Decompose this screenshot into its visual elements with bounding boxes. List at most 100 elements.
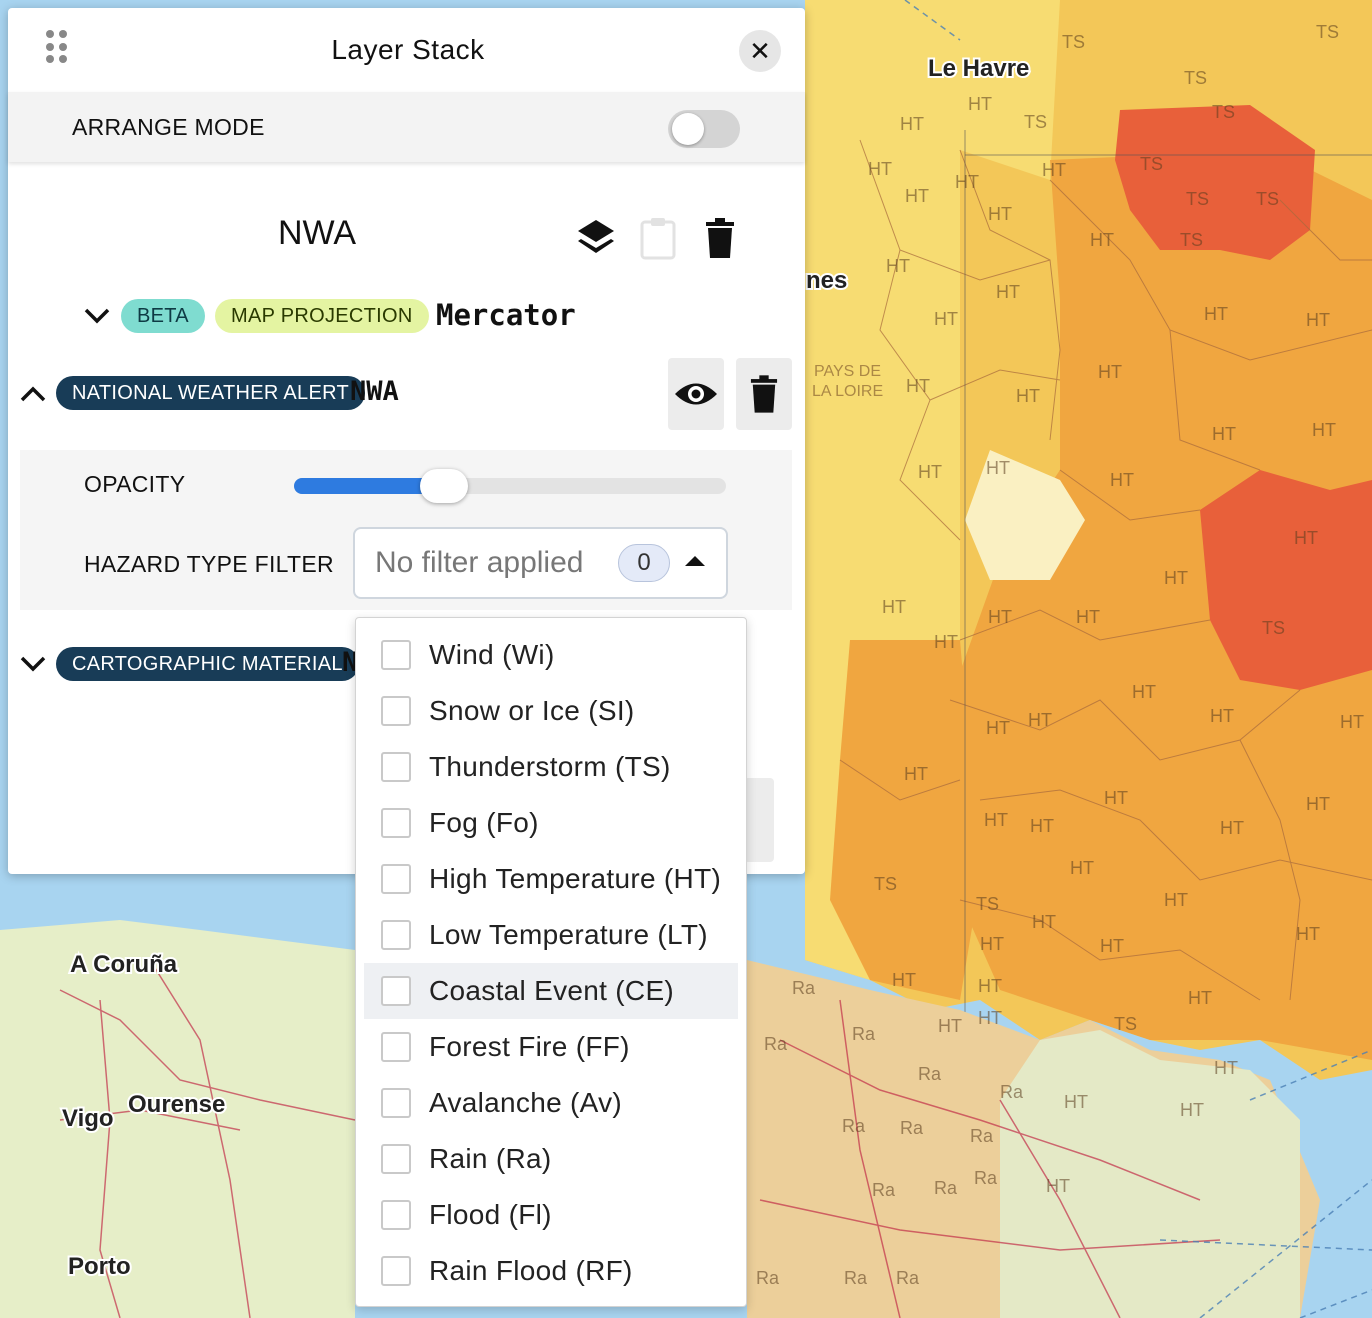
- svg-text:Ra: Ra: [844, 1268, 868, 1288]
- hazard-option[interactable]: Wind (Wi): [364, 627, 738, 683]
- layer-name: NWA: [350, 376, 399, 407]
- svg-text:HT: HT: [882, 597, 906, 617]
- arrange-mode-toggle[interactable]: [668, 110, 740, 148]
- chevron-down-icon[interactable]: [18, 649, 48, 679]
- svg-text:HT: HT: [1312, 420, 1336, 440]
- hazard-option[interactable]: Thunderstorm (TS): [364, 739, 738, 795]
- hazard-option-checkbox[interactable]: [381, 1200, 411, 1230]
- hazard-option[interactable]: Rain (Ra): [364, 1131, 738, 1187]
- hazard-option[interactable]: Fog (Fo): [364, 795, 738, 851]
- svg-text:HT: HT: [1064, 1092, 1088, 1112]
- svg-text:Ra: Ra: [970, 1126, 994, 1146]
- hazard-option-checkbox[interactable]: [381, 1032, 411, 1062]
- svg-text:HT: HT: [1210, 706, 1234, 726]
- svg-text:Ra: Ra: [1000, 1082, 1024, 1102]
- svg-text:HT: HT: [955, 172, 979, 192]
- hazard-option-checkbox[interactable]: [381, 752, 411, 782]
- hazard-option[interactable]: Flood (Fl): [364, 1187, 738, 1243]
- layer-type-badge: NATIONAL WEATHER ALERT: [56, 376, 366, 410]
- svg-text:HT: HT: [984, 810, 1008, 830]
- trash-icon[interactable]: [700, 216, 740, 260]
- svg-text:HT: HT: [868, 159, 892, 179]
- opacity-slider[interactable]: [294, 469, 726, 503]
- france-normandy: [805, 0, 1060, 180]
- arrange-mode-label: ARRANGE MODE: [72, 114, 265, 140]
- arrange-mode-bar: ARRANGE MODE: [8, 92, 805, 162]
- delete-layer-button[interactable]: [736, 358, 792, 430]
- svg-text:HT: HT: [1076, 607, 1100, 627]
- svg-text:Ra: Ra: [764, 1034, 788, 1054]
- svg-text:HT: HT: [934, 309, 958, 329]
- svg-text:Ra: Ra: [792, 978, 816, 998]
- svg-text:HT: HT: [1188, 988, 1212, 1008]
- hazard-option-checkbox[interactable]: [381, 1088, 411, 1118]
- group-actions: [576, 216, 740, 260]
- svg-text:HT: HT: [1100, 936, 1124, 956]
- svg-text:Ra: Ra: [852, 1024, 876, 1044]
- svg-text:Ra: Ra: [842, 1116, 866, 1136]
- svg-text:HT: HT: [1214, 1058, 1238, 1078]
- svg-text:HT: HT: [1132, 682, 1156, 702]
- chevron-down-icon[interactable]: [82, 301, 112, 331]
- clipboard-icon[interactable]: [638, 216, 678, 260]
- hazard-option[interactable]: Snow or Ice (SI): [364, 683, 738, 739]
- close-button[interactable]: ✕: [739, 30, 781, 72]
- hazard-option[interactable]: Avalanche (Av): [364, 1075, 738, 1131]
- filter-count-badge: 0: [618, 544, 670, 582]
- svg-text:TS: TS: [1256, 189, 1279, 209]
- svg-text:HT: HT: [1016, 386, 1040, 406]
- hazard-option[interactable]: Coastal Event (CE): [364, 963, 738, 1019]
- svg-text:TS: TS: [874, 874, 897, 894]
- svg-text:HT: HT: [988, 607, 1012, 627]
- hazard-option-checkbox[interactable]: [381, 976, 411, 1006]
- hazard-option-label: Rain Flood (RF): [429, 1255, 633, 1286]
- hazard-option-checkbox[interactable]: [381, 696, 411, 726]
- chevron-up-icon[interactable]: [18, 379, 48, 409]
- svg-text:HT: HT: [1046, 1176, 1070, 1196]
- layer-action-button[interactable]: [744, 778, 774, 862]
- hazard-option-checkbox[interactable]: [381, 640, 411, 670]
- layers-icon[interactable]: [576, 216, 616, 260]
- caret-up-icon[interactable]: [685, 556, 705, 566]
- svg-text:HT: HT: [905, 186, 929, 206]
- svg-text:HT: HT: [886, 256, 910, 276]
- opacity-slider-thumb[interactable]: [420, 469, 469, 503]
- panel-header: Layer Stack ✕: [8, 8, 805, 92]
- beta-badge: BETA: [121, 299, 205, 333]
- map-label-vigo: Vigo: [62, 1105, 114, 1132]
- hazard-option-checkbox[interactable]: [381, 864, 411, 894]
- hazard-option[interactable]: High Temperature (HT): [364, 851, 738, 907]
- svg-text:HT: HT: [1032, 912, 1056, 932]
- svg-text:TS: TS: [1140, 154, 1163, 174]
- hazard-option-label: Rain (Ra): [429, 1143, 552, 1174]
- layer-type-badge: CARTOGRAPHIC MATERIAL: [56, 647, 359, 681]
- svg-text:TS: TS: [1024, 112, 1047, 132]
- hazard-option-label: Thunderstorm (TS): [429, 751, 671, 782]
- hazard-option-checkbox[interactable]: [381, 808, 411, 838]
- group-title: NWA: [278, 214, 357, 252]
- svg-text:TS: TS: [1212, 102, 1235, 122]
- visibility-button[interactable]: [668, 358, 724, 430]
- svg-text:HT: HT: [892, 970, 916, 990]
- svg-text:HT: HT: [980, 934, 1004, 954]
- trash-icon: [750, 375, 778, 413]
- hazard-option-label: Avalanche (Av): [429, 1087, 623, 1118]
- svg-text:HT: HT: [1028, 710, 1052, 730]
- svg-text:HT: HT: [1220, 818, 1244, 838]
- hazard-option[interactable]: Rain Flood (RF): [364, 1243, 738, 1299]
- hazard-option[interactable]: Low Temperature (LT): [364, 907, 738, 963]
- hazard-option-label: Snow or Ice (SI): [429, 695, 635, 726]
- svg-text:TS: TS: [976, 894, 999, 914]
- hazard-option-label: Wind (Wi): [429, 639, 555, 670]
- toggle-knob: [672, 113, 704, 145]
- hazard-option-checkbox[interactable]: [381, 920, 411, 950]
- hazard-option-label: Forest Fire (FF): [429, 1031, 630, 1062]
- svg-text:HT: HT: [988, 204, 1012, 224]
- hazard-option-checkbox[interactable]: [381, 1144, 411, 1174]
- close-icon: ✕: [749, 35, 771, 66]
- map-label-porto: Porto: [68, 1253, 131, 1280]
- hazard-filter-select[interactable]: No filter applied 0: [353, 527, 728, 599]
- hazard-option[interactable]: Forest Fire (FF): [364, 1019, 738, 1075]
- svg-text:TS: TS: [1180, 230, 1203, 250]
- hazard-option-checkbox[interactable]: [381, 1256, 411, 1286]
